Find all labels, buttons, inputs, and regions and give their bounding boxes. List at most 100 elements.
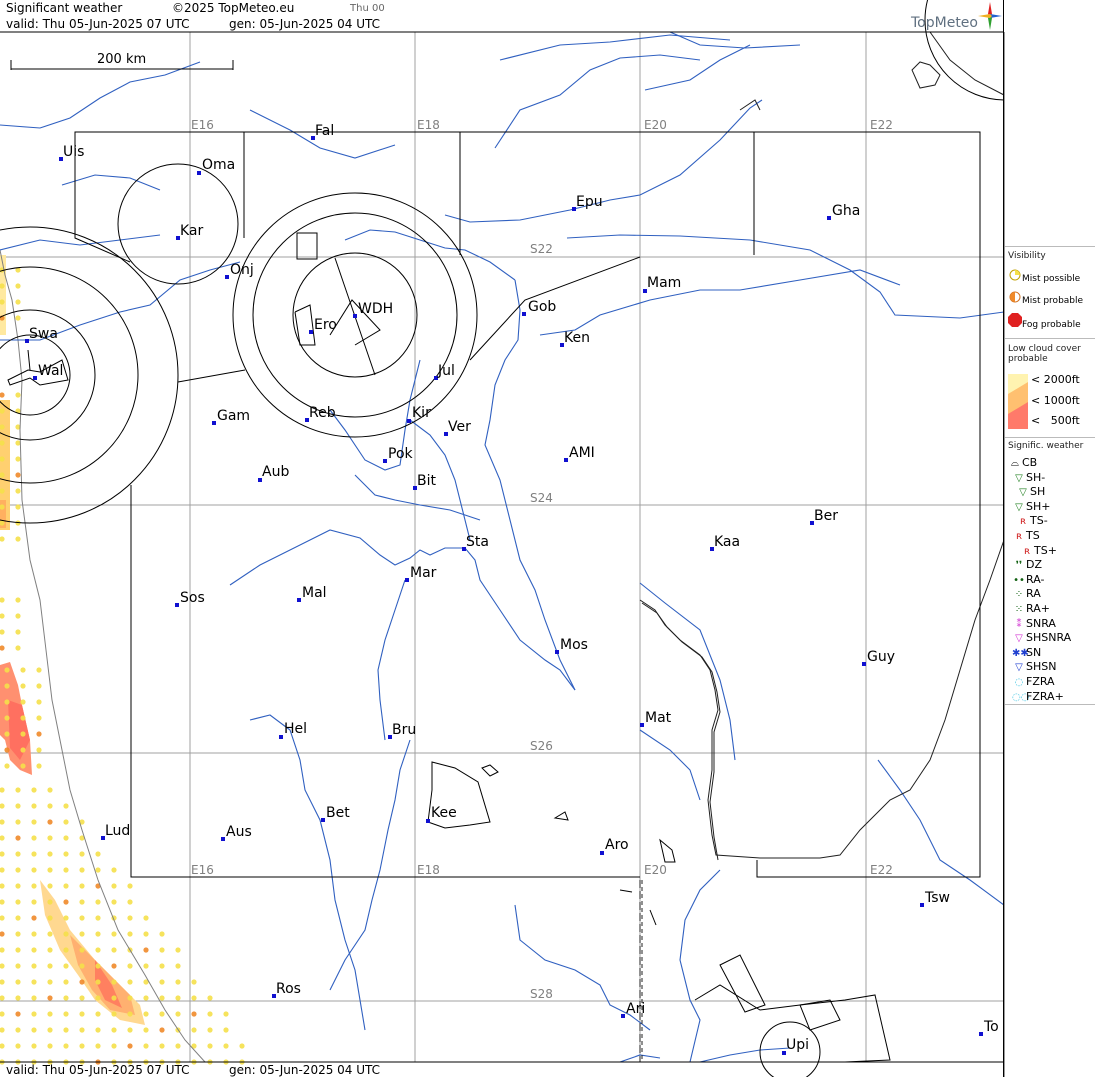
city-label-mat[interactable]: Mat <box>645 711 671 725</box>
mist-symbol <box>207 1043 213 1049</box>
mist-symbol <box>63 819 69 825</box>
map-canvas[interactable] <box>0 0 1004 1077</box>
mist-symbol <box>0 819 5 825</box>
legend-sigwx-cb: ⌓ CB <box>1008 457 1037 470</box>
city-label-ken[interactable]: Ken <box>564 331 590 345</box>
mist-symbol <box>63 835 69 841</box>
grid-label-e18: E18 <box>417 118 440 132</box>
legend-sigwx-ra: ⁘ RA <box>1012 588 1041 601</box>
city-label-onj[interactable]: Onj <box>230 263 254 277</box>
city-label-oma[interactable]: Oma <box>202 158 235 172</box>
city-label-bet[interactable]: Bet <box>326 806 350 820</box>
grid-label-e20: E20 <box>644 118 667 132</box>
grid-label-e22: E22 <box>870 118 893 132</box>
city-label-pok[interactable]: Pok <box>388 447 413 461</box>
city-label-guy[interactable]: Guy <box>867 650 895 664</box>
city-marker-mat <box>640 723 644 727</box>
city-label-jul[interactable]: Jul <box>438 364 455 378</box>
city-label-kir[interactable]: Kir <box>412 406 431 420</box>
city-label-ami[interactable]: AMI <box>569 446 595 460</box>
city-label-mar[interactable]: Mar <box>410 566 436 580</box>
mist-symbol <box>175 995 181 1001</box>
mist-symbol <box>111 963 117 969</box>
mist-symbol <box>47 931 53 937</box>
city-label-sta[interactable]: Sta <box>466 535 489 549</box>
city-label-swa[interactable]: Swa <box>29 327 58 341</box>
city-label-uis[interactable]: Uis <box>63 145 84 159</box>
mist-symbol <box>0 867 5 873</box>
mist-symbol <box>191 995 197 1001</box>
city-label-lud[interactable]: Lud <box>105 824 130 838</box>
city-label-wal[interactable]: Wal <box>38 364 63 378</box>
city-label-gha[interactable]: Gha <box>832 204 860 218</box>
mist-symbol <box>31 851 37 857</box>
city-label-to[interactable]: To <box>984 1020 999 1034</box>
mist-symbol <box>31 803 37 809</box>
mist-symbol <box>36 667 42 673</box>
mist-symbol <box>0 629 5 635</box>
mist-symbol <box>15 536 21 542</box>
grid-label-s28: S28 <box>530 987 553 1001</box>
city-label-reb[interactable]: Reb <box>309 406 336 420</box>
city-label-ber[interactable]: Ber <box>814 509 838 523</box>
mist-symbol <box>111 899 117 905</box>
city-label-ero[interactable]: Ero <box>314 318 337 332</box>
airspace-boundaries <box>74 131 981 926</box>
city-label-kar[interactable]: Kar <box>180 224 203 238</box>
mist-symbol <box>15 299 21 305</box>
mist-symbol <box>31 1027 37 1033</box>
mist-symbol <box>0 899 5 905</box>
legend-sigwx-fzra: ◌ FZRA <box>1012 676 1055 689</box>
city-label-aus[interactable]: Aus <box>226 825 252 839</box>
legend-mist-possible: Mist possible <box>1008 269 1080 285</box>
mist-symbol <box>15 504 21 510</box>
city-label-aro[interactable]: Aro <box>605 838 629 852</box>
mist-symbol <box>95 963 101 969</box>
city-label-mal[interactable]: Mal <box>302 586 327 600</box>
mist-symbol <box>0 803 5 809</box>
city-label-kaa[interactable]: Kaa <box>714 535 740 549</box>
city-marker-mal <box>297 598 301 602</box>
city-label-gob[interactable]: Gob <box>528 300 556 314</box>
city-label-mos[interactable]: Mos <box>560 638 588 652</box>
mist-symbol <box>47 851 53 857</box>
mist-symbol <box>47 1027 53 1033</box>
grid-label-s26: S26 <box>530 739 553 753</box>
brand-logo[interactable]: TopMeteo <box>911 15 978 31</box>
thunderstorm-icon: ʀ <box>1015 531 1023 542</box>
city-label-ver[interactable]: Ver <box>448 420 471 434</box>
city-label-wdh[interactable]: WDH <box>358 302 393 316</box>
city-label-gam[interactable]: Gam <box>217 409 250 423</box>
mist-symbol <box>175 1011 181 1017</box>
city-label-hel[interactable]: Hel <box>284 722 307 736</box>
mist-symbol <box>95 915 101 921</box>
mist-symbol <box>159 1027 165 1033</box>
mist-symbol <box>127 979 133 985</box>
legend-sigwx-dz: ❜❜ DZ <box>1012 559 1042 572</box>
city-label-bru[interactable]: Bru <box>392 723 416 737</box>
city-label-bit[interactable]: Bit <box>417 474 436 488</box>
mist-symbol <box>159 979 165 985</box>
mist-symbol <box>15 392 21 398</box>
city-label-fal[interactable]: Fal <box>315 124 334 138</box>
mist-symbol <box>79 995 85 1001</box>
mist-possible-icon <box>1008 269 1022 285</box>
city-label-epu[interactable]: Epu <box>576 195 603 209</box>
rivers <box>0 31 1004 1063</box>
rain-heavy-icon: ⁙ <box>1014 604 1024 615</box>
mist-symbol <box>47 899 53 905</box>
mist-symbol <box>36 699 42 705</box>
city-label-tsw[interactable]: Tsw <box>925 891 950 905</box>
city-label-ros[interactable]: Ros <box>276 982 301 996</box>
city-label-aub[interactable]: Aub <box>262 465 289 479</box>
mist-symbol <box>0 963 5 969</box>
city-label-kee[interactable]: Kee <box>431 806 457 820</box>
city-label-sos[interactable]: Sos <box>180 591 205 605</box>
city-label-ari[interactable]: Ari <box>626 1002 645 1016</box>
city-label-mam[interactable]: Mam <box>647 276 681 290</box>
city-label-upi[interactable]: Upi <box>786 1038 809 1052</box>
mist-symbol <box>31 1043 37 1049</box>
mist-symbol <box>31 867 37 873</box>
mist-symbol <box>15 915 21 921</box>
mist-symbol <box>207 1027 213 1033</box>
